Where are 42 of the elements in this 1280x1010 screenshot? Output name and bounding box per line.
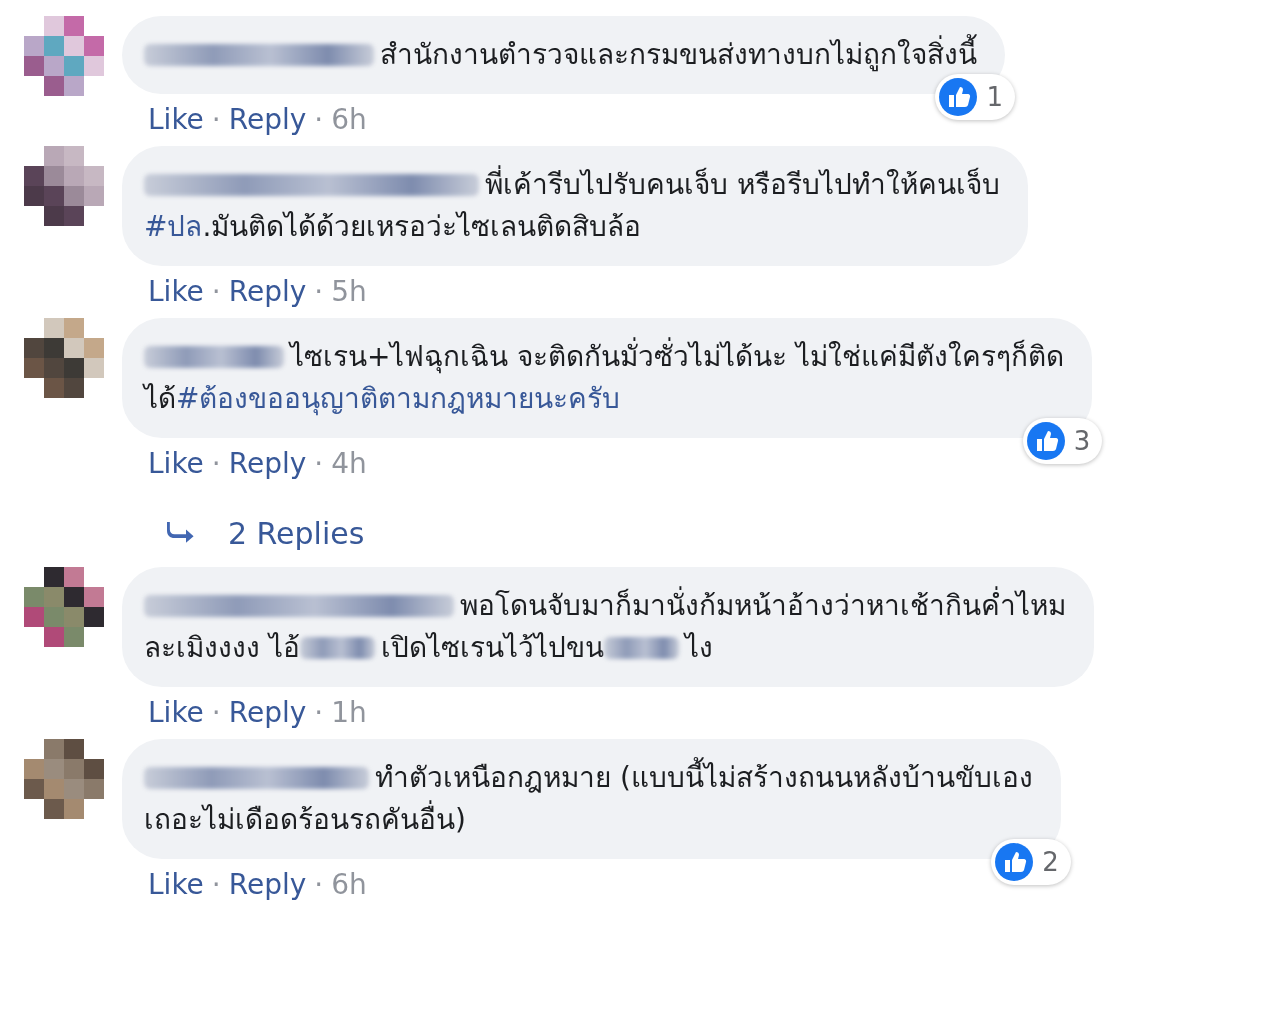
action-link[interactable]: Like — [148, 446, 204, 482]
action-link[interactable]: Like — [148, 695, 204, 731]
action-link[interactable]: Reply — [228, 867, 307, 903]
action-link[interactable]: Reply — [228, 102, 307, 138]
timestamp: 1h — [331, 695, 367, 731]
separator-dot: · — [211, 867, 221, 903]
timestamp: 6h — [331, 867, 367, 903]
separator-dot: · — [314, 274, 324, 310]
separator-dot: · — [314, 695, 324, 731]
view-replies-link[interactable]: 2 Replies — [228, 516, 365, 551]
reaction-count: 2 — [1042, 847, 1059, 877]
reaction-badge[interactable]: 1 — [935, 74, 1015, 120]
separator-dot: · — [211, 446, 221, 482]
thumbs-up-icon — [1025, 421, 1066, 461]
separator-dot: · — [211, 102, 221, 138]
separator-dot: · — [211, 274, 221, 310]
comment-text: .มันติดได้ด้วยเหรอว่ะไซเลนติดสิบล้อ — [202, 210, 642, 243]
hashtag-link[interactable]: #ปล — [144, 210, 203, 243]
separator-dot: · — [314, 102, 324, 138]
reaction-count: 1 — [986, 82, 1003, 112]
comment-text: เปิดไซเรนไว้ไปขน — [380, 631, 604, 664]
action-link[interactable]: Reply — [228, 695, 307, 731]
action-link[interactable]: Like — [148, 274, 204, 310]
comment-text: ละเมิงงงง ไอ้ — [144, 631, 300, 664]
comment-text: ไง — [684, 631, 713, 664]
separator-dot: · — [314, 867, 324, 903]
action-link[interactable]: Like — [148, 102, 204, 138]
hashtag-link[interactable]: #ต้องขออนุญาติตามกฎหมายนะครับ — [176, 382, 621, 415]
action-link[interactable]: Like — [148, 867, 204, 903]
timestamp: 4h — [331, 446, 367, 482]
action-link[interactable]: Reply — [228, 446, 307, 482]
action-link[interactable]: Reply — [228, 274, 307, 310]
reaction-badge[interactable]: 2 — [991, 839, 1071, 885]
separator-dot: · — [314, 446, 324, 482]
reaction-count: 3 — [1073, 426, 1091, 456]
separator-dot: · — [211, 695, 221, 731]
thumbs-up-icon — [994, 842, 1035, 882]
thumbs-up-icon — [938, 77, 979, 117]
reaction-badge[interactable]: 3 — [1022, 418, 1103, 464]
comment-text: ได้ — [144, 382, 176, 415]
timestamp: 6h — [331, 102, 367, 138]
timestamp: 5h — [331, 274, 367, 310]
